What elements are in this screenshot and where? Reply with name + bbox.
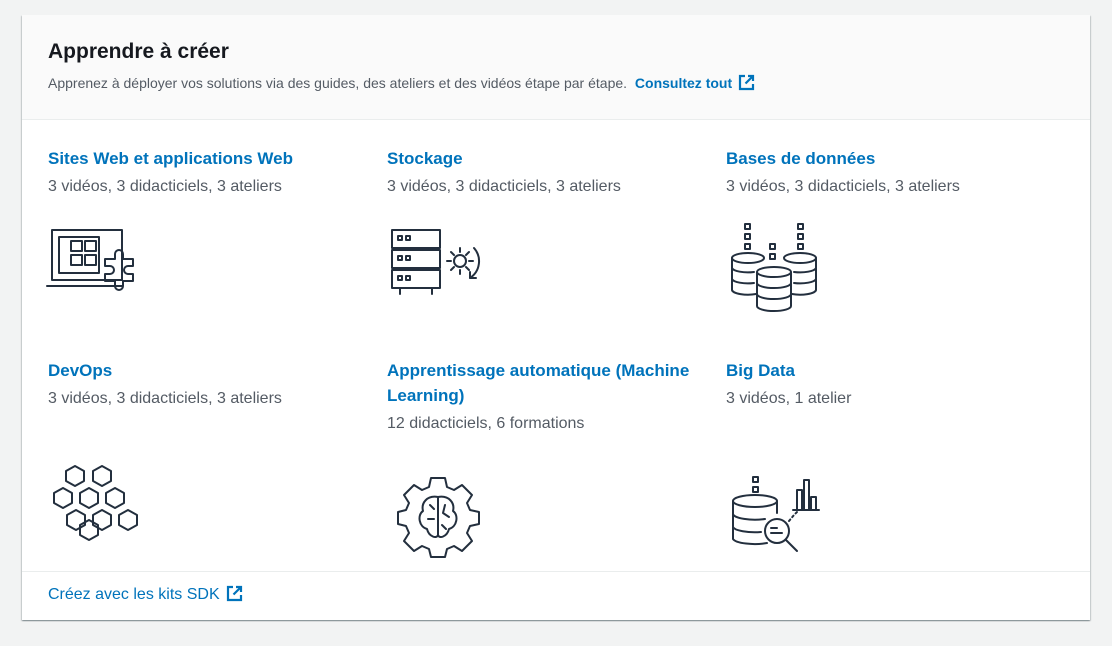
card-subtitle: Apprenez à déployer vos solutions via de…	[48, 73, 755, 93]
tile-desc-devops: 3 vidéos, 3 didacticiels, 3 ateliers	[48, 390, 282, 407]
card-footer: Créez avec les kits SDK	[22, 571, 1090, 620]
tile-databases: Bases de données 3 vidéos, 3 didacticiel…	[726, 146, 1062, 198]
tile-machine-learning: Apprentissage automatique (Machine Learn…	[387, 358, 723, 435]
big-data-icon	[732, 476, 820, 552]
view-all-label: Consultez tout	[634, 75, 733, 91]
external-link-icon	[739, 74, 755, 91]
tile-title-storage[interactable]: Stockage	[387, 146, 723, 171]
card-header: Apprendre à créer Apprenez à déployer vo…	[22, 15, 1090, 120]
sdk-link-label: Créez avec les kits SDK	[48, 586, 220, 603]
tile-title-big-data[interactable]: Big Data	[726, 358, 1062, 383]
tile-desc-storage: 3 vidéos, 3 didacticiels, 3 ateliers	[387, 178, 621, 195]
tile-desc-big-data: 3 vidéos, 1 atelier	[726, 390, 852, 407]
machine-learning-icon	[397, 477, 480, 558]
database-icon	[731, 223, 817, 312]
tile-desc-databases: 3 vidéos, 3 didacticiels, 3 ateliers	[726, 178, 960, 195]
tile-websites: Sites Web et applications Web 3 vidéos, …	[48, 146, 384, 198]
tile-title-websites[interactable]: Sites Web et applications Web	[48, 146, 384, 171]
view-all-link[interactable]: Consultez tout	[634, 74, 755, 91]
tile-storage: Stockage 3 vidéos, 3 didacticiels, 3 ate…	[387, 146, 723, 198]
tile-devops: DevOps 3 vidéos, 3 didacticiels, 3 ateli…	[48, 358, 384, 410]
subtitle-text: Apprenez à déployer vos solutions via de…	[48, 75, 628, 91]
devops-icon	[53, 465, 138, 541]
tile-desc-websites: 3 vidéos, 3 didacticiels, 3 ateliers	[48, 178, 282, 195]
web-app-icon	[46, 229, 134, 291]
card-title: Apprendre à créer	[48, 40, 229, 63]
tile-title-machine-learning[interactable]: Apprentissage automatique (Machine Learn…	[387, 358, 723, 408]
tile-title-databases[interactable]: Bases de données	[726, 146, 1062, 171]
tile-desc-machine-learning: 12 didacticiels, 6 formations	[387, 415, 585, 432]
external-link-icon	[226, 585, 242, 602]
sdk-link[interactable]: Créez avec les kits SDK	[48, 584, 243, 606]
tile-title-devops[interactable]: DevOps	[48, 358, 384, 383]
learn-to-build-card: Apprendre à créer Apprenez à déployer vo…	[22, 15, 1090, 620]
tile-big-data: Big Data 3 vidéos, 1 atelier	[726, 358, 1062, 410]
storage-icon	[391, 229, 481, 295]
